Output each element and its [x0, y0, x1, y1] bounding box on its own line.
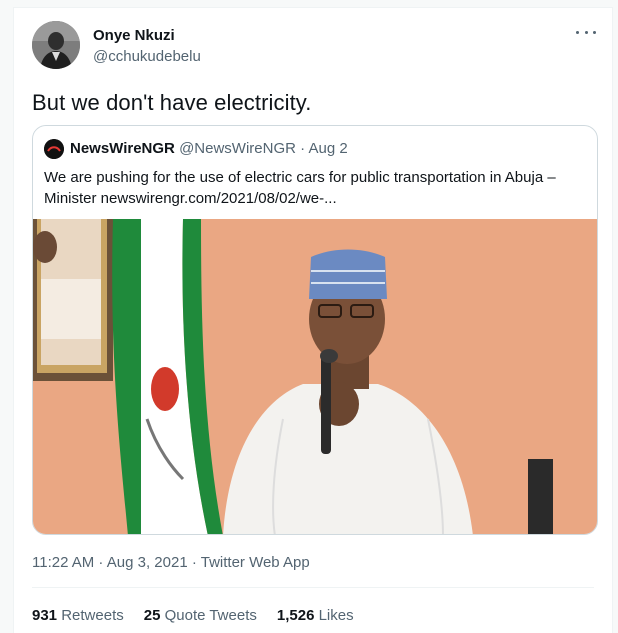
- author-name[interactable]: Onye Nkuzi: [93, 27, 175, 44]
- engagement-stats: 931 Retweets 25 Quote Tweets 1,526 Likes: [32, 607, 354, 624]
- more-horizontal-icon[interactable]: [576, 26, 596, 38]
- dot: [584, 30, 588, 34]
- quoted-handle[interactable]: @NewsWireNGR: [179, 140, 296, 157]
- quoted-date[interactable]: Aug 2: [308, 140, 347, 157]
- retweets-count: 931: [32, 607, 58, 624]
- likes-stat[interactable]: 1,526 Likes: [277, 607, 354, 624]
- tweet-timestamp[interactable]: 11:22 AM · Aug 3, 2021 · Twitter Web App: [32, 554, 310, 571]
- quoted-date-separator: ·: [295, 140, 309, 157]
- quoted-avatar: [44, 139, 64, 159]
- photo-minister: [33, 219, 597, 534]
- likes-count: 1,526: [276, 607, 315, 624]
- dot: [593, 30, 596, 34]
- quote-tweets-stat[interactable]: 25 Quote Tweets: [144, 607, 257, 624]
- likes-label: Likes: [318, 607, 354, 624]
- tweet-card: Onye Nkuzi @cchukudebelu But we don't ha…: [13, 7, 613, 633]
- quoted-text: We are pushing for the use of electric c…: [44, 169, 556, 207]
- author-handle[interactable]: @cchukudebelu: [93, 48, 201, 65]
- tweet-text: But we don't have electricity.: [32, 90, 312, 115]
- quoted-media-image[interactable]: [33, 219, 597, 534]
- avatar-image: [32, 21, 80, 69]
- dot: [576, 30, 579, 34]
- quoted-tweet[interactable]: NewsWireNGR @NewsWireNGR · Aug 2 We are …: [32, 125, 598, 535]
- quote-tweets-count: 25: [143, 607, 161, 624]
- newswire-logo-icon: [44, 139, 64, 159]
- quoted-name[interactable]: NewsWireNGR: [70, 140, 175, 157]
- retweets-stat[interactable]: 931 Retweets: [32, 607, 124, 624]
- author-avatar[interactable]: [32, 21, 80, 69]
- divider: [32, 587, 594, 588]
- quote-tweets-label: Quote Tweets: [164, 607, 257, 624]
- retweets-label: Retweets: [61, 607, 124, 624]
- quoted-header: NewsWireNGR @NewsWireNGR · Aug 2: [70, 140, 348, 157]
